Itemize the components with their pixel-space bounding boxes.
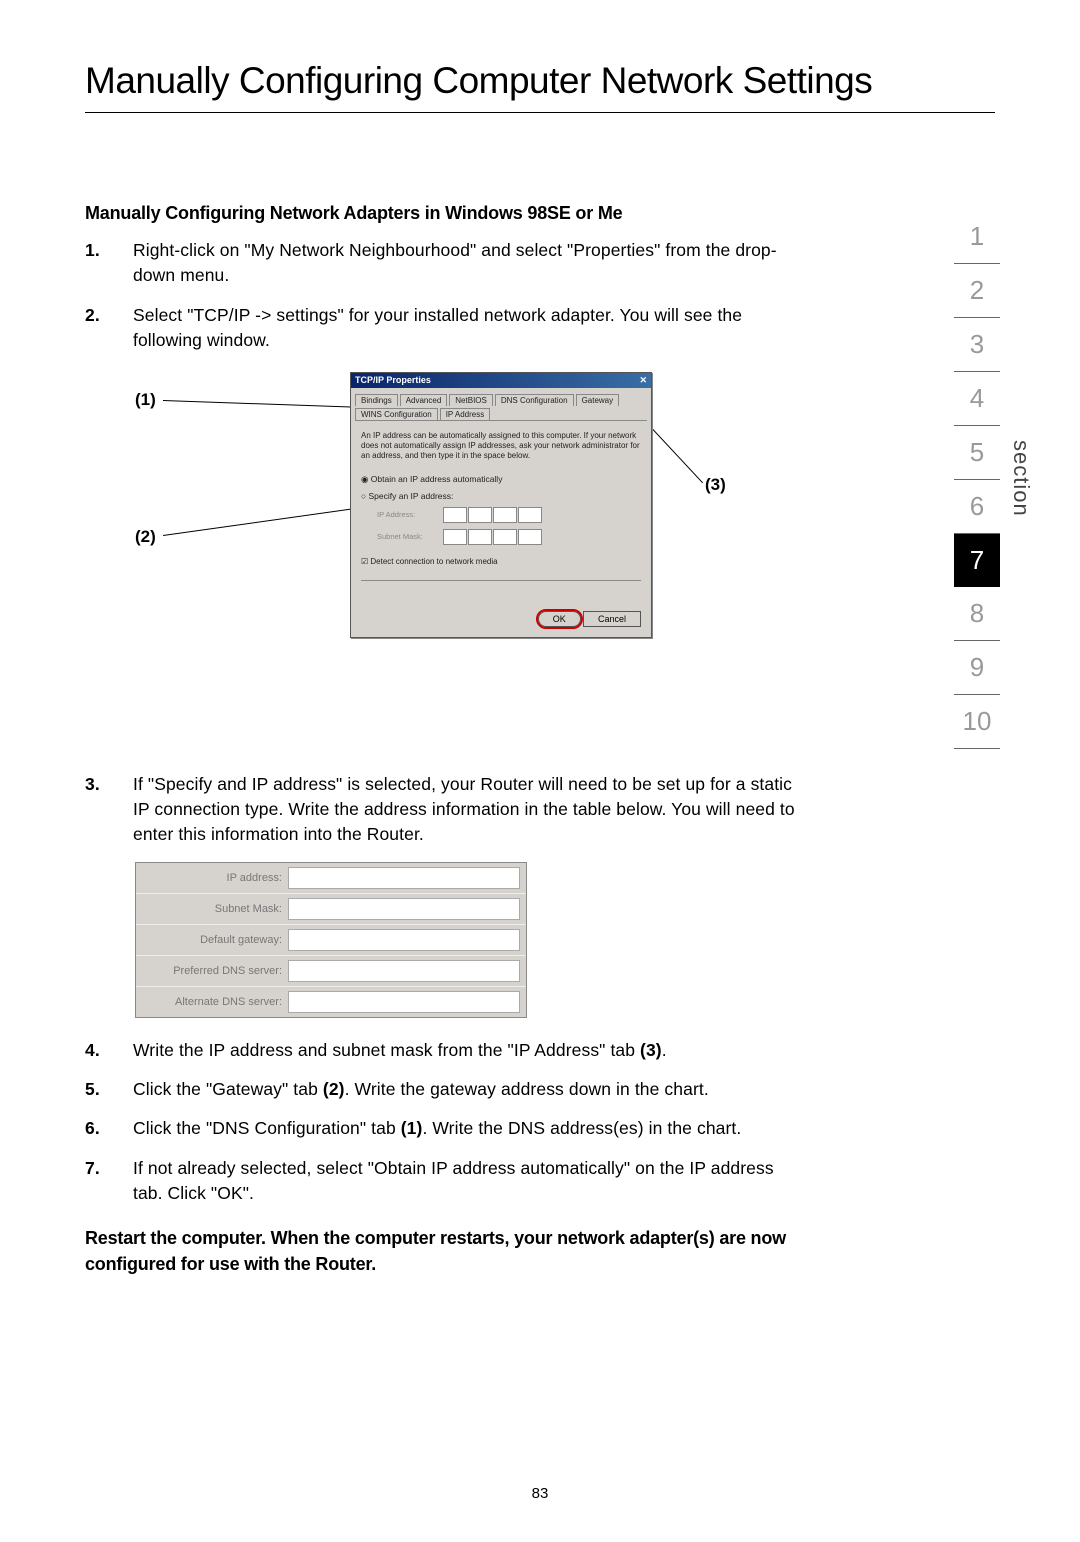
steps-top: 1.Right-click on "My Network Neighbourho… xyxy=(85,238,795,354)
document-page: Manually Configuring Computer Network Se… xyxy=(0,0,1080,1542)
steps-bottom: 4.Write the IP address and subnet mask f… xyxy=(85,1038,795,1207)
radio-specify[interactable]: ○ Specify an IP address: xyxy=(361,491,641,501)
field-input[interactable] xyxy=(288,991,520,1013)
table-row: IP address: xyxy=(136,863,526,894)
field-label: Default gateway: xyxy=(142,934,288,946)
section-label: section xyxy=(1008,440,1034,517)
callout-3: (3) xyxy=(705,475,726,495)
section-nav-3[interactable]: 3 xyxy=(954,318,1000,372)
list-item: 1.Right-click on "My Network Neighbourho… xyxy=(85,238,795,289)
tab-bindings[interactable]: Bindings xyxy=(355,394,398,406)
callout-line-1 xyxy=(163,400,358,408)
section-nav-8[interactable]: 8 xyxy=(954,587,1000,641)
callout-line-2 xyxy=(163,504,377,535)
field-input[interactable] xyxy=(288,929,520,951)
callout-1: (1) xyxy=(135,390,156,410)
field-label: Subnet Mask: xyxy=(142,903,288,915)
list-item: 4.Write the IP address and subnet mask f… xyxy=(85,1038,795,1063)
ip-address-boxes[interactable] xyxy=(443,507,542,523)
tab-advanced[interactable]: Advanced xyxy=(400,394,448,406)
detect-connection-label: Detect connection to network media xyxy=(370,557,497,566)
section-nav: 12345678910 xyxy=(954,210,1000,749)
radio-obtain-auto[interactable]: ◉ Obtain an IP address automatically xyxy=(361,474,641,485)
address-table: IP address: Subnet Mask: Default gateway: P… xyxy=(135,862,527,1018)
detect-connection-checkbox[interactable]: ☑ Detect connection to network media xyxy=(361,557,641,566)
step-number: 4. xyxy=(85,1038,133,1063)
step-text: Select "TCP/IP -> settings" for your ins… xyxy=(133,303,795,354)
section-nav-4[interactable]: 4 xyxy=(954,372,1000,426)
dialog-desc: An IP address can be automatically assig… xyxy=(361,431,641,462)
table-row: Alternate DNS server: xyxy=(136,987,526,1017)
title-underline xyxy=(85,112,995,113)
step-text: Right-click on "My Network Neighbourhood… xyxy=(133,238,795,289)
list-item: 7.If not already selected, select "Obtai… xyxy=(85,1156,795,1207)
tab-ip-address[interactable]: IP Address xyxy=(440,408,491,420)
dialog-title: TCP/IP Properties xyxy=(355,375,431,386)
field-label: Alternate DNS server: xyxy=(142,996,288,1008)
field-label: Preferred DNS server: xyxy=(142,965,288,977)
page-title: Manually Configuring Computer Network Se… xyxy=(85,60,995,102)
section-nav-5[interactable]: 5 xyxy=(954,426,1000,480)
callout-2: (2) xyxy=(135,527,156,547)
step-text: If "Specify and IP address" is selected,… xyxy=(133,772,795,848)
radio-specify-label: Specify an IP address: xyxy=(369,491,454,501)
list-item: 2.Select "TCP/IP -> settings" for your i… xyxy=(85,303,795,354)
restart-note: Restart the computer. When the computer … xyxy=(85,1225,795,1277)
field-input[interactable] xyxy=(288,867,520,889)
step-number: 7. xyxy=(85,1156,133,1207)
step-number: 3. xyxy=(85,772,133,848)
subnet-mask-field: Subnet Mask: xyxy=(361,529,641,545)
step-text: Click the "DNS Configuration" tab (1). W… xyxy=(133,1116,795,1141)
list-item: 3. If "Specify and IP address" is select… xyxy=(85,772,795,848)
field-label: IP address: xyxy=(142,872,288,884)
subnet-mask-label: Subnet Mask: xyxy=(377,532,437,541)
section-nav-10[interactable]: 10 xyxy=(954,695,1000,749)
section-nav-6[interactable]: 6 xyxy=(954,480,1000,534)
section-nav-9[interactable]: 9 xyxy=(954,641,1000,695)
list-item: 5.Click the "Gateway" tab (2). Write the… xyxy=(85,1077,795,1102)
table-row: Preferred DNS server: xyxy=(136,956,526,987)
tcpip-dialog: TCP/IP Properties ✕ BindingsAdvancedNetB… xyxy=(350,372,652,638)
ip-address-field: IP Address: xyxy=(361,507,641,523)
table-row: Subnet Mask: xyxy=(136,894,526,925)
field-input[interactable] xyxy=(288,898,520,920)
tab-wins-configuration[interactable]: WINS Configuration xyxy=(355,408,438,420)
section-nav-7[interactable]: 7 xyxy=(954,534,1000,587)
step-3: 3. If "Specify and IP address" is select… xyxy=(85,772,795,848)
field-input[interactable] xyxy=(288,960,520,982)
ok-button[interactable]: OK xyxy=(538,611,581,627)
table-row: Default gateway: xyxy=(136,925,526,956)
step-number: 5. xyxy=(85,1077,133,1102)
list-item: 6.Click the "DNS Configuration" tab (1).… xyxy=(85,1116,795,1141)
subnet-mask-boxes[interactable] xyxy=(443,529,542,545)
step-number: 1. xyxy=(85,238,133,289)
divider xyxy=(361,580,641,581)
dialog-titlebar: TCP/IP Properties ✕ xyxy=(351,373,651,388)
step-text: Write the IP address and subnet mask fro… xyxy=(133,1038,795,1063)
tab-netbios[interactable]: NetBIOS xyxy=(449,394,493,406)
page-number: 83 xyxy=(0,1485,1080,1502)
step-number: 2. xyxy=(85,303,133,354)
subheading: Manually Configuring Network Adapters in… xyxy=(85,203,795,224)
step-number: 6. xyxy=(85,1116,133,1141)
step-text: Click the "Gateway" tab (2). Write the g… xyxy=(133,1077,795,1102)
cancel-button[interactable]: Cancel xyxy=(583,611,641,627)
dialog-tabs: BindingsAdvancedNetBIOSDNS Configuration… xyxy=(355,394,647,421)
close-icon[interactable]: ✕ xyxy=(639,375,647,386)
ip-address-label: IP Address: xyxy=(377,510,437,519)
step-text: If not already selected, select "Obtain … xyxy=(133,1156,795,1207)
section-nav-1[interactable]: 1 xyxy=(954,210,1000,264)
section-nav-2[interactable]: 2 xyxy=(954,264,1000,318)
radio-obtain-auto-label: Obtain an IP address automatically xyxy=(371,474,503,484)
dialog-buttons: OK Cancel xyxy=(351,605,651,637)
content-area: Manually Configuring Network Adapters in… xyxy=(85,203,795,1277)
dialog-body: An IP address can be automatically assig… xyxy=(351,421,651,605)
tab-dns-configuration[interactable]: DNS Configuration xyxy=(495,394,574,406)
tab-gateway[interactable]: Gateway xyxy=(576,394,620,406)
figure-tcpip-properties: (1) (2) (3) TCP/IP Properties ✕ Bindings… xyxy=(135,372,795,752)
